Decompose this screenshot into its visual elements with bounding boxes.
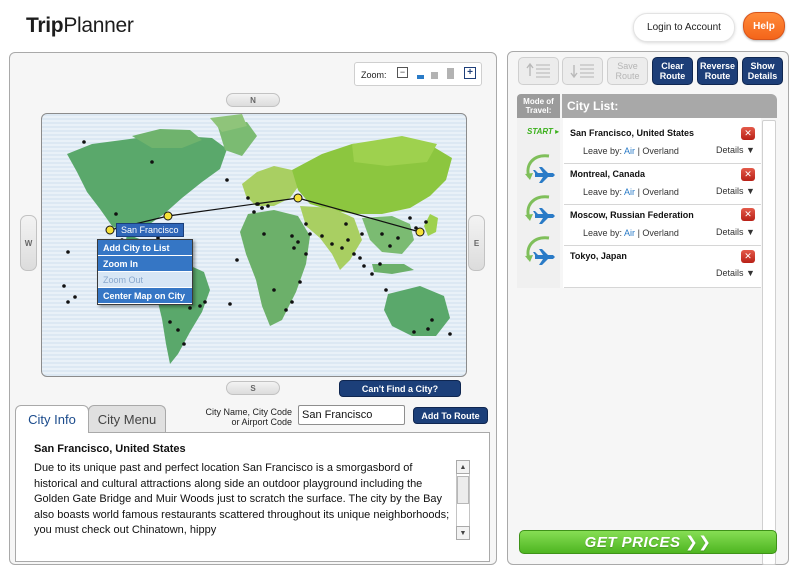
clear-route-button[interactable]: Clear Route: [652, 57, 693, 85]
row-divider: [564, 204, 761, 205]
leave-by-options: Leave by: Air | Overland: [583, 146, 679, 156]
overland-option[interactable]: Overland: [642, 187, 679, 197]
city-list-item-name: Montreal, Canada: [570, 169, 646, 179]
mode-of-travel-header: Mode of Travel:: [517, 94, 560, 118]
scroll-up-icon[interactable]: ▲: [456, 460, 470, 474]
menu-add-city[interactable]: Add City to List: [98, 240, 192, 256]
cant-find-city-button[interactable]: Can't Find a City?: [339, 380, 461, 397]
zoom-in-button[interactable]: +: [464, 67, 476, 79]
selected-city-callout: San Francisco: [116, 223, 184, 237]
overland-option[interactable]: Overland: [642, 146, 679, 156]
menu-zoom-out: Zoom Out: [98, 272, 192, 288]
details-toggle[interactable]: Details ▼: [716, 186, 755, 196]
row-divider: [564, 287, 761, 288]
city-search-input[interactable]: [298, 405, 405, 425]
air-option[interactable]: Air: [624, 228, 635, 238]
city-list-header: City List:: [562, 94, 777, 118]
scroll-down-icon[interactable]: ▼: [456, 526, 470, 540]
zoom-level-1[interactable]: [417, 75, 424, 79]
map-context-menu: Add City to List Zoom In Zoom Out Center…: [97, 239, 193, 305]
tab-city-menu[interactable]: City Menu: [88, 405, 166, 432]
city-list-item-name: Tokyo, Japan: [570, 251, 627, 261]
save-route-button: Save Route: [607, 57, 648, 85]
city-info-text: Due to its unique past and perfect locat…: [34, 462, 450, 536]
row-divider: [564, 163, 761, 164]
move-up-button: [518, 57, 559, 85]
remove-city-icon[interactable]: ✕: [741, 168, 755, 181]
leave-by-options: Leave by: Air | Overland: [583, 187, 679, 197]
zoom-out-button[interactable]: −: [397, 67, 408, 78]
city-field-label: City Name, City Code or Airport Code: [205, 407, 292, 427]
move-down-button: [562, 57, 603, 85]
plane-icon: [525, 236, 555, 265]
air-option[interactable]: Air: [624, 187, 635, 197]
zoom-level-3[interactable]: [447, 68, 454, 79]
login-button[interactable]: Login to Account: [633, 13, 735, 42]
show-details-button[interactable]: Show Details: [742, 57, 783, 85]
start-label: START ▸: [527, 127, 560, 136]
pan-south-button[interactable]: S: [226, 381, 280, 395]
get-prices-button[interactable]: GET PRICES ❯❯: [519, 530, 777, 554]
remove-city-icon[interactable]: ✕: [741, 127, 755, 140]
row-divider: [564, 245, 761, 246]
menu-center-map[interactable]: Center Map on City: [98, 288, 192, 304]
move-down-icon: [569, 64, 594, 79]
plane-icon: [525, 154, 555, 183]
pan-west-button[interactable]: W: [20, 215, 37, 271]
city-list-item-name: Moscow, Russian Federation: [570, 210, 694, 220]
details-toggle[interactable]: Details ▼: [716, 268, 755, 278]
remove-city-icon[interactable]: ✕: [741, 250, 755, 263]
menu-zoom-in[interactable]: Zoom In: [98, 256, 192, 272]
air-option[interactable]: Air: [624, 146, 635, 156]
scroll-thumb[interactable]: [457, 476, 469, 504]
city-list-scrollbar[interactable]: [762, 120, 776, 565]
reverse-route-button[interactable]: Reverse Route: [697, 57, 738, 85]
help-button[interactable]: Help: [743, 12, 785, 40]
details-toggle[interactable]: Details ▼: [716, 145, 755, 155]
details-toggle[interactable]: Details ▼: [716, 227, 755, 237]
city-info-title: San Francisco, United States: [34, 443, 186, 455]
city-list-item-name: San Francisco, United States: [570, 128, 695, 138]
pan-north-button[interactable]: N: [226, 93, 280, 107]
leave-by-options: Leave by: Air | Overland: [583, 228, 679, 238]
app-logo: TripPlanner: [26, 14, 134, 37]
city-list: [563, 118, 761, 288]
zoom-label: Zoom:: [361, 70, 387, 80]
remove-city-icon[interactable]: ✕: [741, 208, 755, 221]
move-up-icon: [525, 62, 550, 78]
plane-icon: [525, 195, 555, 224]
tab-city-info[interactable]: City Info: [15, 405, 89, 433]
zoom-level-2[interactable]: [431, 72, 438, 79]
overland-option[interactable]: Overland: [642, 228, 679, 238]
add-to-route-button[interactable]: Add To Route: [413, 407, 488, 424]
pan-east-button[interactable]: E: [468, 215, 485, 271]
